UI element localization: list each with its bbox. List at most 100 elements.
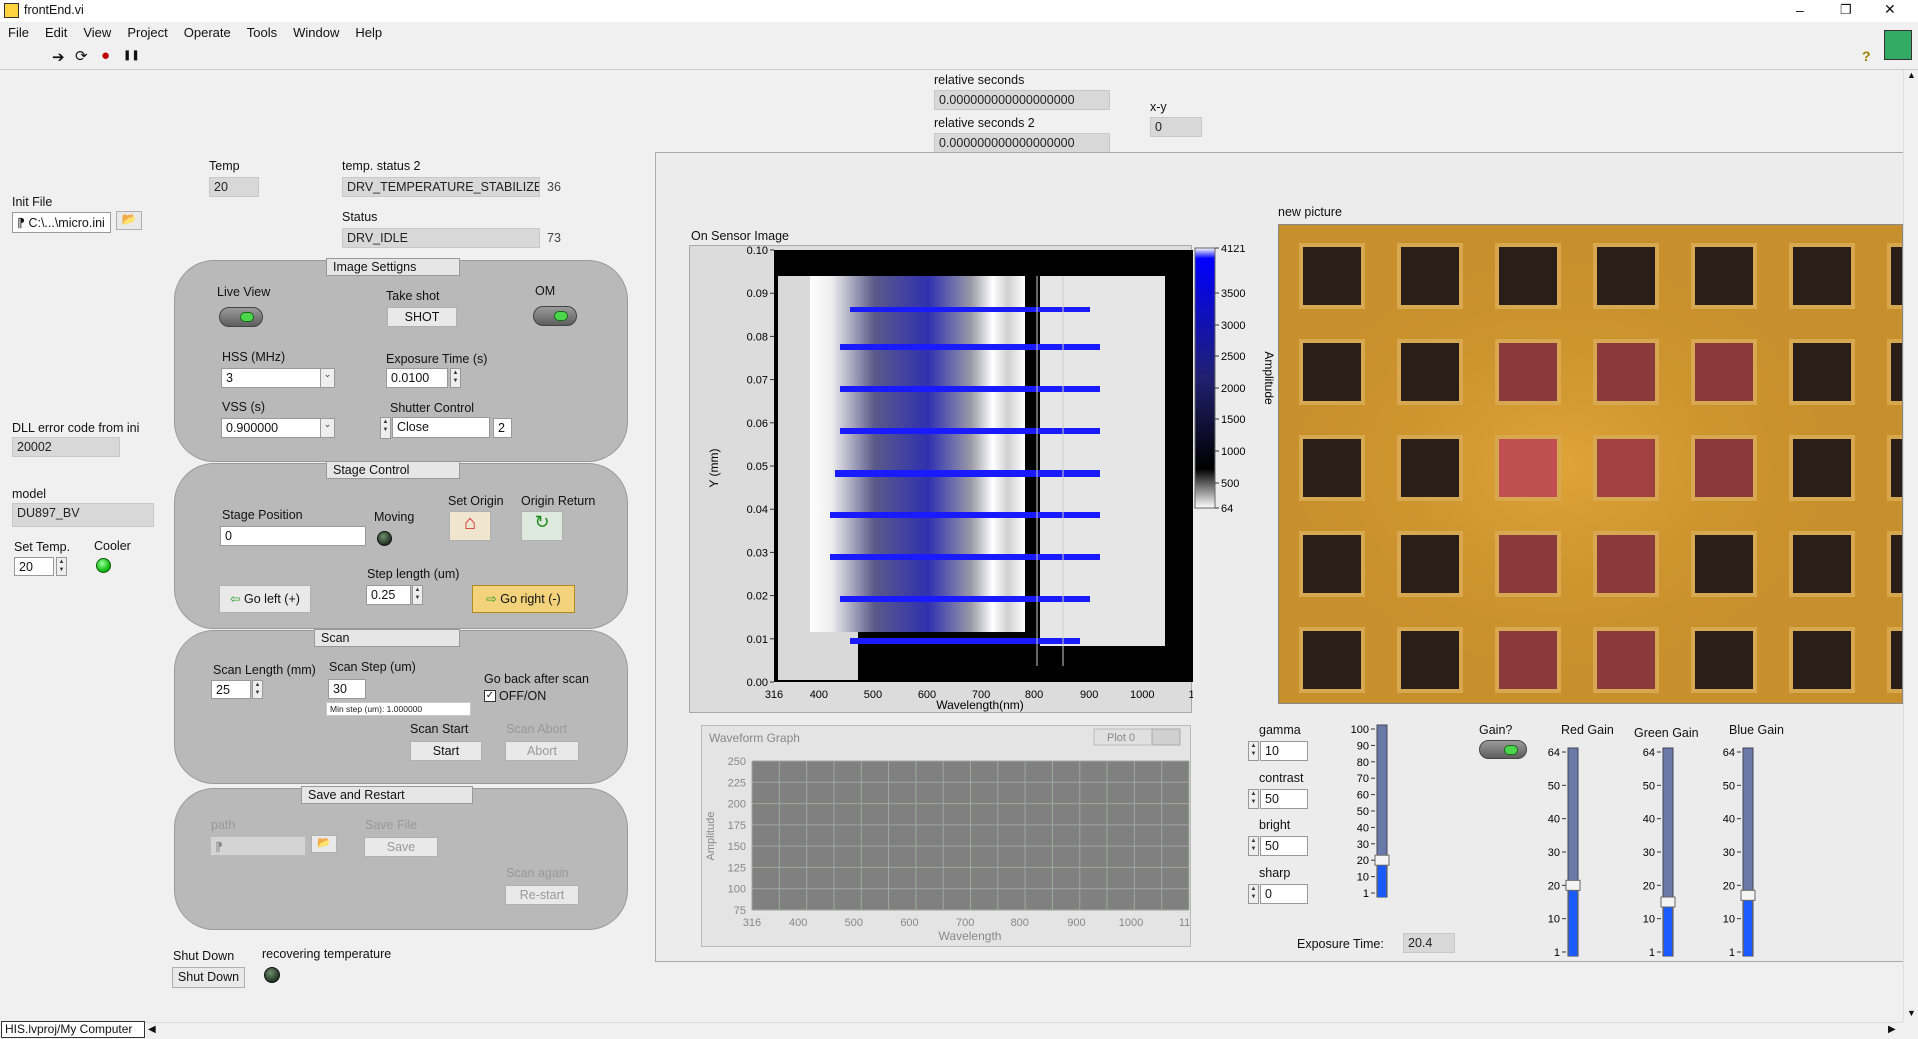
bright-stepper[interactable]: ▲ ▼ — [1248, 836, 1259, 856]
browse-folder-icon[interactable]: 📂 — [116, 211, 142, 230]
shutter-stepper[interactable]: ▲ ▼ — [380, 417, 391, 439]
menu-help[interactable]: Help — [355, 25, 382, 40]
menu-project[interactable]: Project — [127, 25, 167, 40]
go-back-checkbox[interactable]: ✓ — [484, 690, 496, 702]
help-icon[interactable]: ? — [1862, 48, 1871, 64]
temp-status-label: temp. status 2 — [342, 159, 421, 173]
green-gain-slider[interactable]: 64 50 40 30 20 10 1 — [1625, 738, 1695, 963]
vss-label: VSS (s) — [222, 400, 266, 414]
menu-edit[interactable]: Edit — [45, 25, 67, 40]
slider-thumb[interactable] — [1660, 896, 1676, 908]
gain-toggle[interactable] — [1479, 740, 1527, 759]
blue-gain-slider[interactable]: 64 50 40 30 20 10 1 — [1705, 738, 1775, 963]
plot-legend[interactable]: Plot 0 — [1107, 732, 1135, 744]
scan-length-input[interactable]: 25 — [211, 680, 251, 699]
shot-button[interactable]: SHOT — [387, 307, 457, 327]
scan-length-stepper[interactable]: ▲ ▼ — [252, 680, 263, 699]
contrast-stepper[interactable]: ▲ ▼ — [1248, 789, 1259, 809]
go-back-label: Go back after scan — [484, 672, 589, 686]
abort-execution-icon[interactable]: ● — [101, 47, 110, 64]
browse-folder-icon[interactable]: 📂 — [311, 835, 337, 853]
sensor-y-ticks: 0.00 0.01 0.02 0.03 0.04 0.05 0.06 0.07 0.08 0.09… — [747, 245, 774, 689]
go-right-button[interactable]: ⇨ Go right (-) — [472, 585, 575, 613]
vss-select[interactable]: 0.900000 ⌄ — [221, 418, 335, 438]
return-arrow-icon[interactable]: ↻ — [521, 511, 563, 541]
menu-view[interactable]: View — [83, 25, 111, 40]
scan-step-label: Scan Step (um) — [329, 660, 416, 674]
pause-icon[interactable]: ❚❚ — [123, 50, 140, 61]
set-temp-input[interactable]: 20 — [14, 557, 54, 576]
red-gain-slider[interactable]: 64 50 40 30 20 10 1 — [1530, 738, 1600, 963]
slider-tick: 60 — [1357, 790, 1369, 802]
model-label: model — [12, 487, 47, 501]
waveform-y-tick: 225 — [728, 777, 746, 789]
slider-tick: 1 — [1729, 947, 1735, 959]
minimize-icon[interactable]: – — [1796, 2, 1804, 18]
pcb-pad — [1695, 631, 1753, 689]
pcb-pad — [1891, 247, 1902, 305]
sensor-y-label: Y (mm) — [707, 448, 721, 487]
scroll-up-icon[interactable]: ▲ — [1907, 70, 1916, 80]
sharp-stepper[interactable]: ▲ ▼ — [1248, 884, 1259, 904]
contrast-input[interactable]: 50 — [1260, 789, 1308, 809]
horizontal-scrollbar[interactable]: ◀ ▶ — [146, 1022, 1903, 1039]
om-toggle[interactable] — [533, 306, 577, 326]
go-left-button[interactable]: ⇦ Go left (+) — [219, 585, 311, 613]
sensor-y-tick: 0.05 — [747, 461, 768, 473]
sharp-input[interactable]: 0 — [1260, 884, 1308, 904]
slider-thumb[interactable] — [1374, 854, 1390, 866]
shutdown-button[interactable]: Shut Down — [172, 967, 245, 988]
gamma-stepper[interactable]: ▲ ▼ — [1248, 741, 1259, 761]
gamma-input[interactable]: 10 — [1260, 741, 1308, 761]
scan-step-input[interactable]: 30 — [328, 679, 366, 699]
path-label: path — [211, 818, 236, 832]
step-length-stepper[interactable]: ▲ ▼ — [412, 585, 423, 605]
waveform-y-label: Amplitude — [705, 812, 717, 861]
run-continuously-icon[interactable]: ⟳ — [75, 47, 88, 65]
slider-fill — [1664, 902, 1672, 956]
step-length-input[interactable]: 0.25 — [366, 585, 411, 605]
pcb-pad — [1303, 247, 1361, 305]
pcb-pad — [1695, 247, 1753, 305]
adjust-slider[interactable]: 100 90 80 70 60 50 40 30 20 10 1 — [1340, 718, 1400, 933]
set-temp-stepper[interactable]: ▲ ▼ — [56, 557, 67, 576]
home-icon[interactable]: ⌂ — [449, 511, 491, 541]
live-view-toggle[interactable] — [219, 307, 263, 327]
abort-button[interactable]: Abort — [505, 741, 579, 761]
hss-select[interactable]: 3 ⌄ — [221, 368, 335, 388]
path-input[interactable]: ⁋ — [210, 836, 306, 856]
init-file-path[interactable]: ⁋ C:\...\micro.ini — [12, 212, 111, 233]
stage-position-input[interactable]: 0 — [220, 526, 366, 546]
exposure-time-indicator: 20.4 — [1403, 933, 1455, 953]
init-file-label: Init File — [12, 195, 53, 209]
save-button[interactable]: Save — [364, 837, 438, 857]
scroll-down-icon[interactable]: ▼ — [1907, 1008, 1916, 1018]
shutter-ring[interactable]: Close — [392, 417, 490, 438]
slider-thumb[interactable] — [1565, 879, 1581, 891]
menu-tools[interactable]: Tools — [247, 25, 277, 40]
bright-input[interactable]: 50 — [1260, 836, 1308, 856]
color-scale-tick: 3500 — [1221, 288, 1245, 300]
scroll-right-icon[interactable]: ▶ — [1888, 1024, 1896, 1035]
slider-fill — [1569, 885, 1577, 956]
pcb-pad — [1793, 439, 1851, 497]
slider-tick: 10 — [1723, 914, 1735, 926]
run-arrow-icon[interactable]: ➔ — [52, 48, 65, 66]
vertical-scrollbar[interactable]: ▲ ▼ — [1903, 70, 1918, 1022]
exposure-stepper[interactable]: ▲ ▼ — [450, 368, 461, 388]
menu-file[interactable]: File — [8, 25, 29, 40]
menu-operate[interactable]: Operate — [184, 25, 231, 40]
close-icon[interactable]: ✕ — [1884, 1, 1896, 18]
om-label: OM — [535, 284, 556, 298]
right-arrow-icon: ⇨ — [486, 592, 497, 606]
scroll-left-icon[interactable]: ◀ — [148, 1024, 156, 1035]
save-restart-panel — [174, 788, 628, 930]
menu-window[interactable]: Window — [293, 25, 339, 40]
sensor-y-tick: 0.03 — [747, 547, 768, 559]
exposure-input[interactable]: 0.0100 — [386, 368, 448, 388]
maximize-icon[interactable]: ❐ — [1840, 2, 1852, 18]
restart-button[interactable]: Re-start — [505, 885, 579, 905]
start-button[interactable]: Start — [410, 741, 482, 761]
plot-style-icon[interactable] — [1151, 728, 1181, 746]
slider-thumb[interactable] — [1740, 889, 1756, 901]
